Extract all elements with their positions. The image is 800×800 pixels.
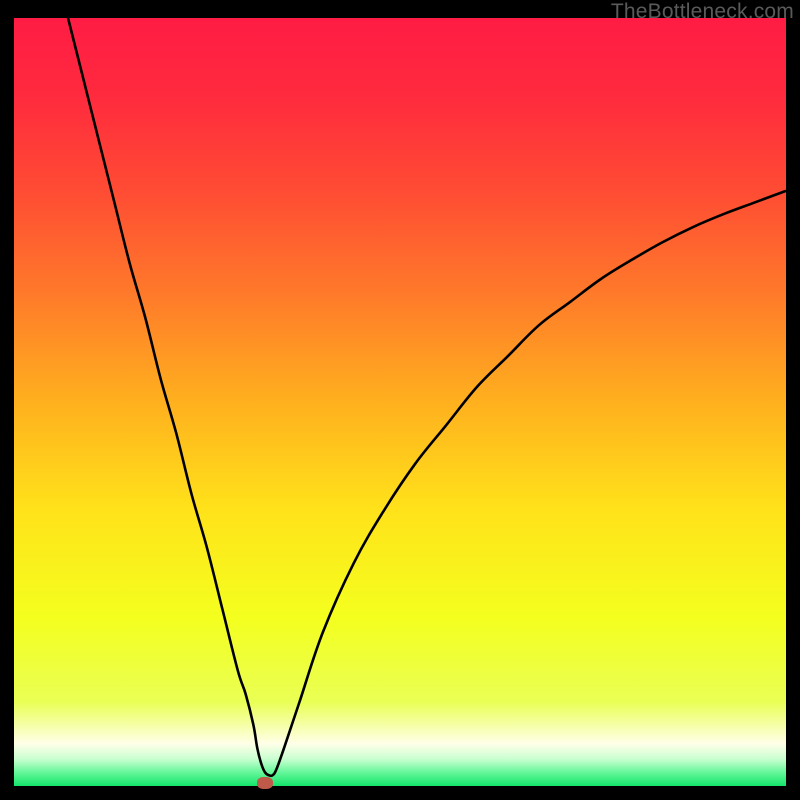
bottleneck-chart	[14, 18, 786, 786]
gradient-background	[14, 18, 786, 786]
chart-frame	[14, 18, 786, 786]
